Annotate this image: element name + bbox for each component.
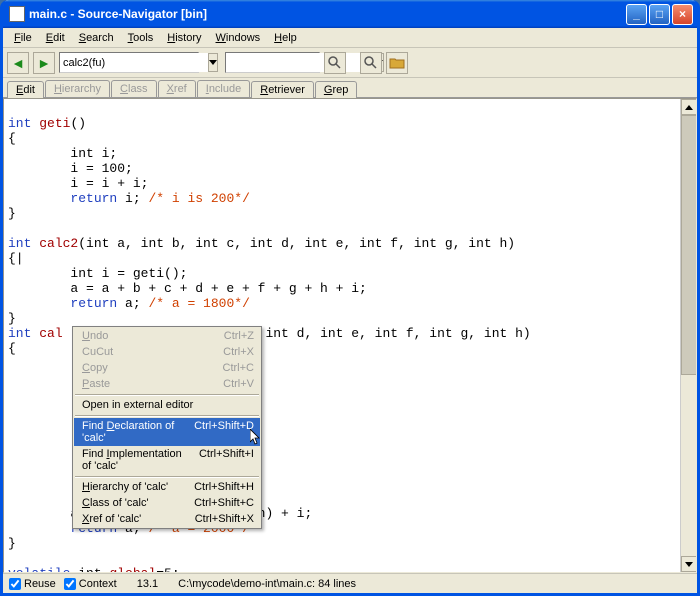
menu-tools[interactable]: Tools <box>121 30 161 46</box>
app-window: main.c - Source-Navigator [bin] _ □ × Fi… <box>0 0 700 596</box>
open-folder-button[interactable] <box>386 52 408 74</box>
context-menu-separator <box>75 415 259 416</box>
tab-grep[interactable]: Grep <box>315 81 357 98</box>
search-icon <box>363 55 379 71</box>
tab-xref[interactable]: Xref <box>158 80 196 97</box>
context-menu-item[interactable]: Find Implementation of 'calc'Ctrl+Shift+… <box>74 446 260 474</box>
combo-dropdown-button[interactable] <box>208 53 218 72</box>
context-menu-item[interactable]: Hierarchy of 'calc'Ctrl+Shift+H <box>74 479 260 495</box>
menu-history[interactable]: History <box>160 30 208 46</box>
toolbar: ◄ ► <box>3 48 697 78</box>
filter-input[interactable] <box>226 53 374 72</box>
menu-edit[interactable]: Edit <box>39 30 72 46</box>
statusbar: Reuse Context 13.1 C:\mycode\demo-int\ma… <box>3 573 697 593</box>
reuse-checkbox[interactable]: Reuse <box>9 578 56 590</box>
context-menu-item[interactable]: Open in external editor <box>74 397 260 413</box>
symbol-input[interactable] <box>60 53 208 72</box>
context-menu-separator <box>75 394 259 395</box>
arrow-right-icon: ► <box>37 55 51 71</box>
symbol-combo[interactable] <box>59 52 199 73</box>
filter-combo[interactable] <box>225 52 320 73</box>
context-checkbox[interactable]: Context <box>64 578 117 590</box>
tab-retriever[interactable]: Retriever <box>251 81 314 98</box>
context-menu-item[interactable]: Find Declaration of 'calc'Ctrl+Shift+D <box>74 418 260 446</box>
tabbar: EditHierarchyClassXrefIncludeRetrieverGr… <box>3 78 697 98</box>
menu-file[interactable]: File <box>7 30 39 46</box>
tab-include[interactable]: Include <box>197 80 250 97</box>
tab-class[interactable]: Class <box>111 80 157 97</box>
context-menu-separator <box>75 476 259 477</box>
context-menu-item[interactable]: Class of 'calc'Ctrl+Shift+C <box>74 495 260 511</box>
back-button[interactable]: ◄ <box>7 52 29 74</box>
context-checkbox-input[interactable] <box>64 578 76 590</box>
reuse-checkbox-input[interactable] <box>9 578 21 590</box>
context-label: Context <box>79 578 117 590</box>
arrow-left-icon: ◄ <box>11 55 25 71</box>
close-button[interactable]: × <box>672 4 693 25</box>
menubar: FileEditSearchToolsHistoryWindowsHelp <box>3 28 697 48</box>
code-editor[interactable]: int geti() { int i; i = 100; i = i + i; … <box>3 98 697 573</box>
context-menu-item: PasteCtrl+V <box>74 376 260 392</box>
search-button-2[interactable] <box>360 52 382 74</box>
context-menu-item: UndoCtrl+Z <box>74 328 260 344</box>
app-icon <box>9 6 25 22</box>
window-title: main.c - Source-Navigator [bin] <box>29 7 626 21</box>
tab-edit[interactable]: Edit <box>7 81 44 98</box>
minimize-button[interactable]: _ <box>626 4 647 25</box>
menu-windows[interactable]: Windows <box>209 30 268 46</box>
folder-icon <box>389 55 405 71</box>
maximize-button[interactable]: □ <box>649 4 670 25</box>
search-icon <box>327 55 343 71</box>
cursor-position: 13.1 <box>137 578 158 590</box>
forward-button[interactable]: ► <box>33 52 55 74</box>
tab-hierarchy[interactable]: Hierarchy <box>45 80 110 97</box>
file-path: C:\mycode\demo-int\main.c: 84 lines <box>178 578 356 590</box>
context-menu-item: CuCutCtrl+X <box>74 344 260 360</box>
chevron-down-icon <box>209 60 217 65</box>
search-button[interactable] <box>324 52 346 74</box>
titlebar[interactable]: main.c - Source-Navigator [bin] _ □ × <box>3 0 697 28</box>
menu-help[interactable]: Help <box>267 30 304 46</box>
context-menu-item: CopyCtrl+C <box>74 360 260 376</box>
context-menu-item[interactable]: Xref of 'calc'Ctrl+Shift+X <box>74 511 260 527</box>
reuse-label: Reuse <box>24 578 56 590</box>
menu-search[interactable]: Search <box>72 30 121 46</box>
context-menu: UndoCtrl+ZCuCutCtrl+XCopyCtrl+CPasteCtrl… <box>72 326 262 529</box>
